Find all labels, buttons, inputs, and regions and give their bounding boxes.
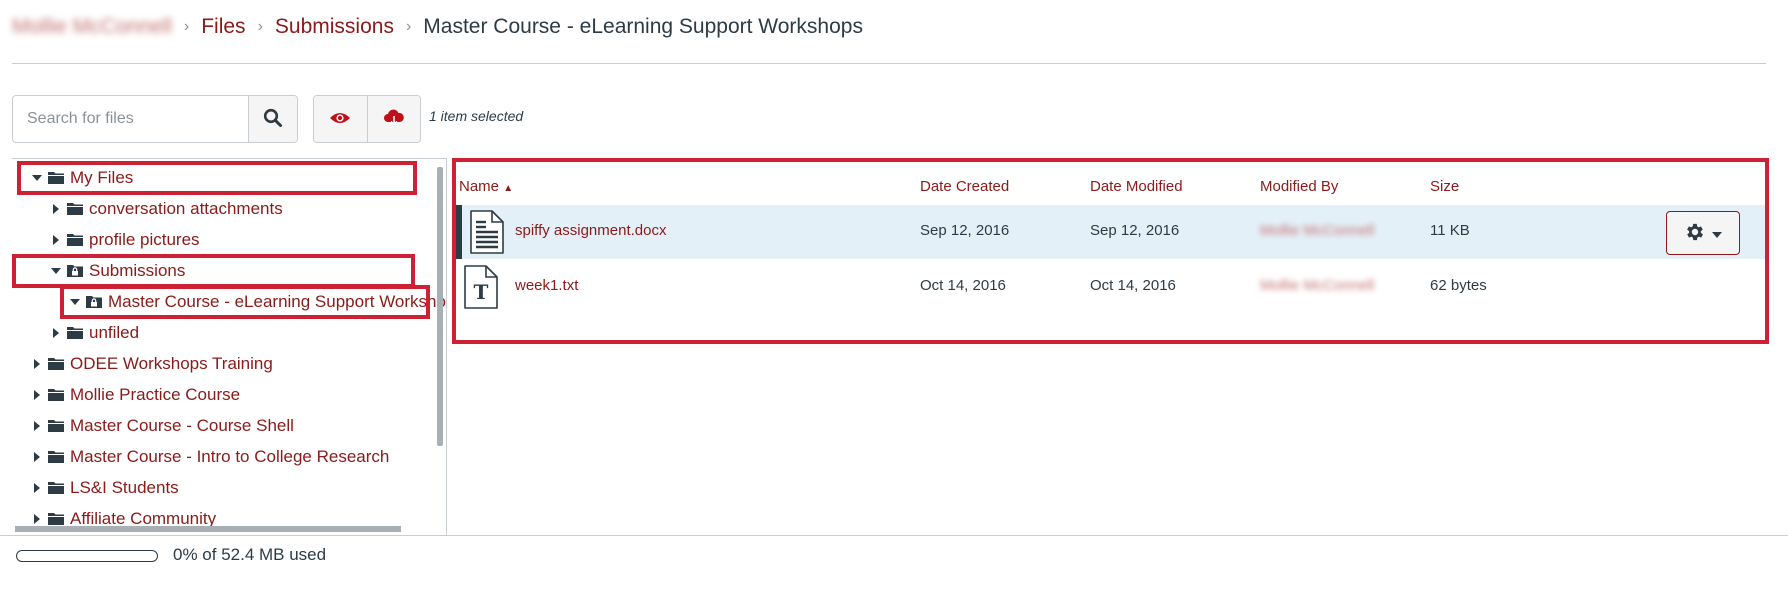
file-name-link[interactable]: spiffy assignment.docx [515, 222, 666, 239]
file-name-link[interactable]: week1.txt [515, 277, 578, 294]
tree-item-label: ODEE Workshops Training [70, 354, 273, 373]
header-divider [12, 63, 1766, 64]
document-icon [468, 209, 506, 260]
breadcrumb-files[interactable]: Files [201, 15, 245, 39]
caret-right-icon[interactable] [30, 359, 44, 369]
search-group [12, 95, 298, 143]
column-header-modified-by[interactable]: Modified By [1260, 178, 1338, 195]
folder-icon [48, 357, 64, 371]
quota-label: 0% of 52.4 MB used [173, 545, 327, 564]
tree-vertical-scrollbar[interactable] [437, 167, 443, 446]
download-button[interactable] [366, 96, 420, 142]
folder-icon [48, 419, 64, 433]
caret-down-icon[interactable] [49, 268, 63, 274]
gear-icon [1684, 221, 1706, 246]
tree-item-label: profile pictures [89, 230, 200, 249]
caret-right-icon[interactable] [30, 514, 44, 524]
caret-right-icon[interactable] [30, 421, 44, 431]
tree-item-label: Master Course - Course Shell [70, 416, 294, 435]
locked-folder-icon [86, 295, 102, 309]
caret-down-icon[interactable] [30, 175, 44, 181]
tree-item-submissions[interactable]: Submissions [49, 257, 185, 285]
folder-tree: My Files conversation attachments profile … [12, 158, 446, 536]
chevron-down-icon [1712, 226, 1722, 241]
tree-item-mollie-practice-course[interactable]: Mollie Practice Course [30, 381, 240, 409]
cloud-download-icon [383, 109, 405, 130]
tree-item-profile-pictures[interactable]: profile pictures [49, 226, 200, 254]
tree-item-master-course-intro-to-college-research[interactable]: Master Course - Intro to College Researc… [30, 443, 389, 471]
tree-item-unfiled[interactable]: unfiled [49, 319, 139, 347]
file-size: 11 KB [1430, 222, 1470, 239]
breadcrumb-separator: › [405, 18, 412, 35]
breadcrumb-current: Master Course - eLearning Support Worksh… [423, 15, 863, 38]
file-date-created: Oct 14, 2016 [920, 277, 1006, 294]
file-settings-button[interactable] [1666, 211, 1740, 255]
file-modified-by[interactable]: Mollie McConnell [1260, 277, 1374, 294]
breadcrumb-submissions[interactable]: Submissions [275, 15, 394, 39]
folder-icon [67, 233, 83, 247]
file-date-modified: Oct 14, 2016 [1090, 277, 1176, 294]
breadcrumb-separator: › [257, 18, 263, 35]
search-button[interactable] [248, 96, 297, 142]
caret-down-icon[interactable] [68, 299, 82, 305]
tree-item-label: Master Course - eLearning Support Worksh… [108, 292, 446, 311]
breadcrumb: Mollie McConnell › Files › Submissions ›… [12, 12, 863, 42]
file-row[interactable]: T week1.txt Oct 14, 2016 Oct 14, 2016 Mo… [456, 260, 1765, 314]
tree-horizontal-scrollbar[interactable] [15, 526, 401, 532]
folder-icon [48, 450, 64, 464]
caret-right-icon[interactable] [30, 452, 44, 462]
footer-divider [0, 535, 1788, 536]
folder-icon [48, 171, 64, 185]
column-header-size[interactable]: Size [1430, 178, 1459, 195]
caret-right-icon[interactable] [49, 204, 63, 214]
tree-item-conversation-attachments[interactable]: conversation attachments [49, 195, 283, 223]
tree-item-label: LS&I Students [70, 478, 179, 497]
tree-item-label: Submissions [89, 261, 186, 280]
locked-folder-icon [67, 264, 83, 278]
tree-item-odee-workshops-training[interactable]: ODEE Workshops Training [30, 350, 273, 378]
column-header-date-created[interactable]: Date Created [920, 178, 1009, 195]
folder-icon [67, 202, 83, 216]
column-name-label: Name [459, 178, 500, 195]
preview-button[interactable] [314, 96, 367, 142]
search-input[interactable] [13, 96, 248, 142]
tree-item-my-files[interactable]: My Files [30, 164, 133, 192]
file-modified-by[interactable]: Mollie McConnell [1260, 222, 1374, 239]
search-icon [263, 108, 283, 131]
file-actions-group [313, 95, 421, 143]
column-header-name[interactable]: Name ▲ [459, 178, 513, 195]
tree-item-label: conversation attachments [89, 199, 283, 218]
caret-right-icon[interactable] [30, 483, 44, 493]
text-file-icon: T [462, 264, 500, 315]
folder-icon [48, 388, 64, 402]
svg-text:T: T [474, 280, 489, 304]
file-date-created: Sep 12, 2016 [920, 222, 1010, 239]
caret-right-icon[interactable] [30, 390, 44, 400]
column-header-date-modified[interactable]: Date Modified [1090, 178, 1183, 195]
breadcrumb-separator: › [183, 18, 190, 35]
sort-ascending-icon: ▲ [503, 183, 514, 194]
folder-icon [48, 481, 64, 495]
breadcrumb-user[interactable]: Mollie McConnell [12, 15, 172, 39]
caret-right-icon[interactable] [49, 235, 63, 245]
folder-icon [67, 326, 83, 340]
selected-count: 1 item selected [429, 108, 524, 124]
tree-item-label: unfiled [89, 323, 140, 342]
quota-progress-bar [16, 550, 158, 562]
file-date-modified: Sep 12, 2016 [1090, 222, 1180, 239]
tree-item-label: My Files [70, 168, 134, 187]
tree-item-label: Master Course - Intro to College Researc… [70, 447, 390, 466]
file-size: 62 bytes [1430, 277, 1487, 294]
tree-item-label: Mollie Practice Course [70, 385, 241, 404]
panel-divider [446, 158, 447, 536]
tree-item-master-course-elearning-support-workshops[interactable]: Master Course - eLearning Support Worksh… [68, 288, 446, 316]
tree-item-master-course-course-shell[interactable]: Master Course - Course Shell [30, 412, 294, 440]
eye-icon [329, 111, 351, 128]
tree-item-ls-i-students[interactable]: LS&I Students [30, 474, 179, 502]
folder-icon [48, 512, 64, 526]
file-row[interactable]: spiffy assignment.docx Sep 12, 2016 Sep … [456, 205, 1765, 259]
caret-right-icon[interactable] [49, 328, 63, 338]
